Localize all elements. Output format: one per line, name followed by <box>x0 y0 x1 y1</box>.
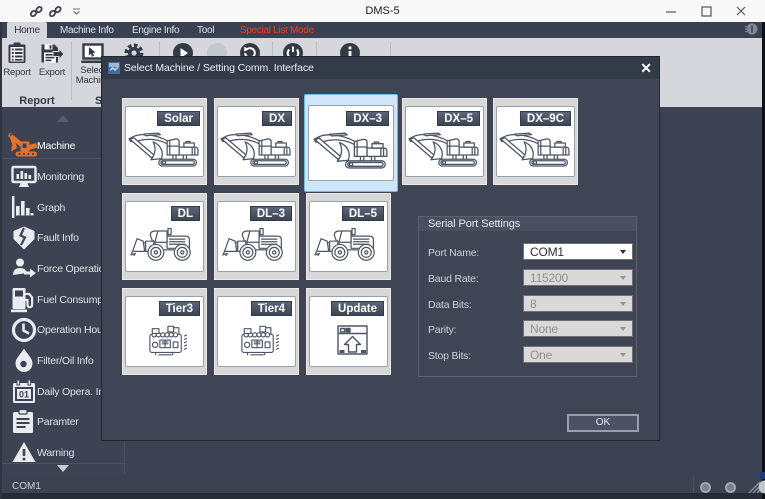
svg-text:01: 01 <box>19 390 29 400</box>
